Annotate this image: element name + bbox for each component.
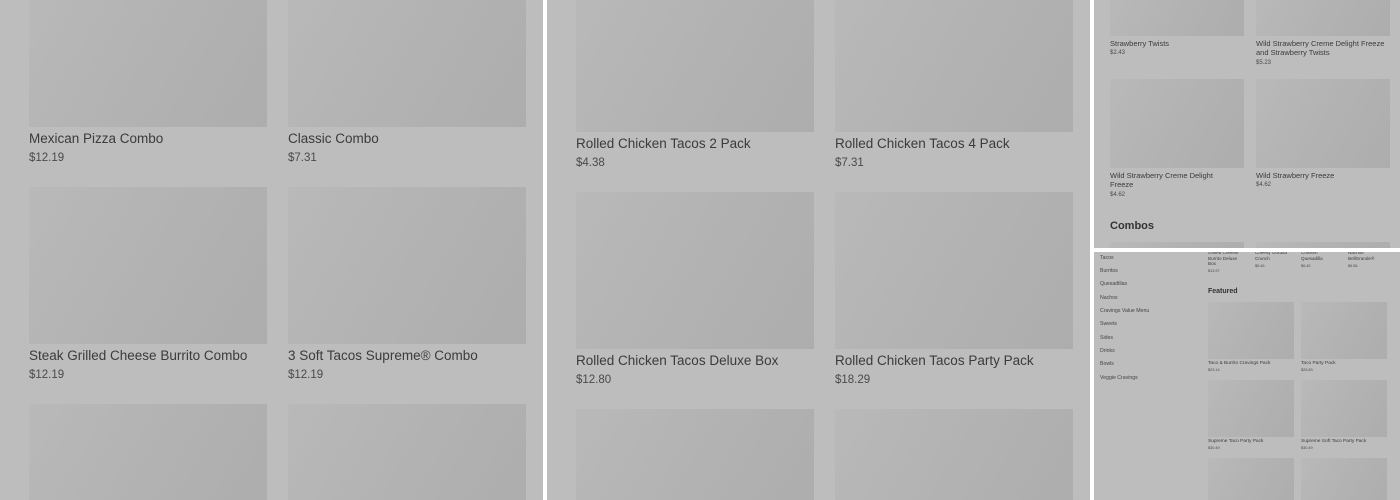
menu-item-name[interactable]: Cheesy Gordita Crunch	[1255, 252, 1293, 261]
menu-item-image[interactable]	[1110, 0, 1244, 36]
sidebar-item-sweets[interactable]: Sweets	[1100, 321, 1117, 327]
menu-item-name[interactable]: Grilled Cheese Burrito Deluxe Box	[1208, 252, 1246, 267]
menu-item-name[interactable]: Steak Grilled Cheese Burrito Combo	[29, 348, 247, 363]
sidebar-item-tacos[interactable]: Tacos	[1100, 255, 1114, 261]
menu-item-name[interactable]: Chicken Quesadilla	[1301, 252, 1331, 261]
menu-panel-sweets: Strawberry Twists $2.43 Wild Strawberry …	[1094, 0, 1400, 248]
menu-item-image[interactable]	[1208, 380, 1294, 437]
menu-item-image[interactable]	[1256, 0, 1390, 36]
menu-item-price: $6.56	[1348, 264, 1358, 268]
menu-item-image[interactable]	[1256, 79, 1390, 168]
menu-item-image[interactable]	[1301, 380, 1387, 437]
menu-item-name[interactable]: Wild Strawberry Creme Delight Freeze and…	[1256, 39, 1396, 57]
menu-item-name[interactable]: Rolled Chicken Tacos 2 Pack	[576, 136, 751, 151]
menu-item-image[interactable]	[1208, 302, 1294, 359]
menu-item-price: $5.46	[1255, 264, 1265, 268]
sidebar-item-bowls[interactable]: Bowls	[1100, 361, 1114, 367]
featured-heading: Featured	[1208, 288, 1238, 295]
menu-item-price: $7.31	[288, 152, 317, 164]
sidebar-item-sides[interactable]: Sides	[1100, 335, 1113, 341]
menu-item-price: $2.43	[1110, 50, 1126, 56]
sidebar-item-cravings-value-menu[interactable]: Cravings Value Menu	[1100, 308, 1149, 314]
sidebar-item-drinks[interactable]: Drinks	[1100, 348, 1115, 354]
menu-item-name[interactable]: Rolled Chicken Tacos Deluxe Box	[576, 353, 778, 368]
menu-item-price: $30.49	[1301, 446, 1313, 450]
menu-panel-featured: Tacos Burritos Quesadillas Nachos Cravin…	[1094, 252, 1400, 500]
menu-item-image[interactable]	[288, 0, 526, 127]
menu-item-price: $12.19	[29, 152, 65, 164]
menu-item-price: $4.38	[576, 157, 605, 169]
menu-item-image[interactable]	[1208, 458, 1294, 500]
menu-item-price: $12.80	[576, 374, 612, 386]
menu-item-image[interactable]	[835, 192, 1073, 349]
sidebar-item-burritos[interactable]: Burritos	[1100, 268, 1118, 274]
menu-item-name[interactable]: Strawberry Twists	[1110, 39, 1250, 48]
menu-item-image[interactable]	[576, 192, 814, 349]
menu-item-image[interactable]	[576, 0, 814, 132]
menu-item-name[interactable]: Wild Strawberry Freeze	[1256, 171, 1396, 180]
menu-item-price: $6.45	[1301, 264, 1311, 268]
menu-item-image[interactable]	[1110, 242, 1244, 248]
menu-item-name[interactable]: Classic Combo	[288, 131, 379, 146]
menu-item-price: $13.97	[1208, 269, 1220, 273]
menu-item-image[interactable]	[288, 404, 526, 500]
menu-item-image[interactable]	[1256, 242, 1390, 248]
menu-item-image[interactable]	[288, 187, 526, 344]
menu-item-price: $18.29	[835, 374, 871, 386]
menu-item-image[interactable]	[1301, 302, 1387, 359]
menu-item-image[interactable]	[835, 0, 1073, 132]
menu-item-price: $23.14	[1208, 368, 1220, 372]
menu-item-price: $4.62	[1256, 182, 1272, 188]
menu-item-name[interactable]: Rolled Chicken Tacos Party Pack	[835, 353, 1034, 368]
menu-item-name[interactable]: Supreme Taco Party Pack	[1208, 439, 1294, 445]
menu-item-price: $30.49	[1208, 446, 1220, 450]
menu-item-image[interactable]	[576, 409, 814, 500]
menu-panel-combos: Mexican Pizza Combo $12.19 Classic Combo…	[0, 0, 543, 500]
menu-item-image[interactable]	[1110, 79, 1244, 168]
menu-panel-rolled-tacos: Rolled Chicken Tacos 2 Pack $4.38 Rolled…	[547, 0, 1090, 500]
menu-item-image[interactable]	[29, 404, 267, 500]
sidebar-item-quesadillas[interactable]: Quesadillas	[1100, 281, 1127, 287]
sidebar-item-nachos[interactable]: Nachos	[1100, 295, 1118, 301]
menu-item-price: $5.23	[1256, 60, 1272, 66]
menu-item-image[interactable]	[29, 0, 267, 127]
menu-item-name[interactable]: Supreme Soft Taco Party Pack	[1301, 439, 1387, 445]
menu-item-image[interactable]	[1301, 458, 1387, 500]
menu-item-name[interactable]: Wild Strawberry Creme Delight Freeze	[1110, 171, 1220, 189]
menu-item-name[interactable]: Taco Party Pack	[1301, 361, 1387, 367]
menu-item-image[interactable]	[29, 187, 267, 344]
menu-item-price: $12.19	[29, 369, 65, 381]
menu-item-name[interactable]: Mexican Pizza Combo	[29, 131, 163, 146]
menu-item-name[interactable]: Taco & Burrito Cravings Pack	[1208, 361, 1294, 367]
menu-item-price: $26.83	[1301, 368, 1313, 372]
menu-item-price: $4.62	[1110, 192, 1126, 198]
menu-item-price: $7.31	[835, 157, 864, 169]
menu-item-name[interactable]: Rolled Chicken Tacos 4 Pack	[835, 136, 1010, 151]
menu-item-name[interactable]: Nachos BellGrande®	[1348, 252, 1382, 261]
menu-item-image[interactable]	[835, 409, 1073, 500]
sidebar-item-veggie-cravings[interactable]: Veggie Cravings	[1100, 375, 1138, 381]
menu-item-name[interactable]: 3 Soft Tacos Supreme® Combo	[288, 348, 478, 363]
menu-item-price: $12.19	[288, 369, 324, 381]
section-heading: Combos	[1110, 220, 1154, 232]
